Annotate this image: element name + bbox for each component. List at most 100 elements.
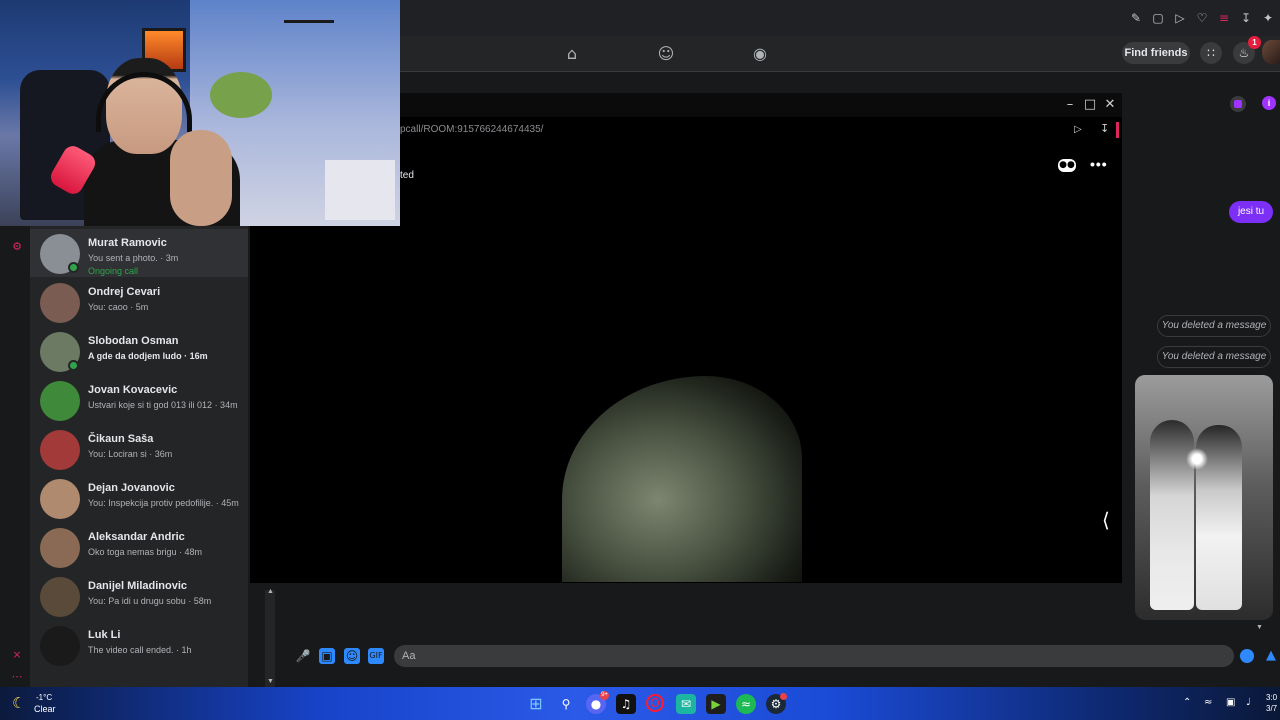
- message-input[interactable]: Aa: [394, 645, 1234, 667]
- steam-badge: [780, 693, 787, 700]
- moon-icon[interactable]: ☾: [12, 694, 25, 712]
- call-url: pcall/ROOM:915766244674435/: [400, 124, 544, 135]
- avatar: [40, 577, 80, 617]
- send-icon[interactable]: ▷: [1074, 124, 1082, 135]
- scroll-down-icon[interactable]: ▼: [267, 678, 274, 685]
- search-icon[interactable]: ⚲: [556, 694, 576, 714]
- groups-icon[interactable]: ◉: [750, 44, 770, 64]
- chat-list-scrollbar[interactable]: [265, 590, 275, 687]
- chat-preview: A gde da dodjem ludo · 16m: [88, 351, 208, 361]
- clock-time[interactable]: 3:0: [1266, 693, 1277, 702]
- chat-list-item[interactable]: Slobodan Osman A gde da dodjem ludo · 16m: [30, 327, 248, 375]
- chat-name: Čikaun Saša: [88, 433, 154, 445]
- minimize-icon[interactable]: –: [1062, 97, 1078, 113]
- chat-list-item[interactable]: Jovan Kovacevic Ustvari koje si ti god 01…: [30, 376, 248, 424]
- menu-grid-icon[interactable]: ∷: [1200, 42, 1222, 64]
- discord-badge: 9+: [600, 691, 609, 700]
- online-status-dot: [68, 262, 79, 273]
- download-icon[interactable]: ↧: [1100, 122, 1109, 135]
- chat-name: Luk Li: [88, 629, 121, 641]
- chat-list-item[interactable]: Čikaun Saša You: Lociran si · 36m: [30, 425, 248, 473]
- chevron-left-icon[interactable]: ⟨: [1102, 508, 1110, 532]
- network-icon[interactable]: ≈: [1204, 697, 1212, 708]
- download-icon[interactable]: ↧: [1238, 10, 1254, 26]
- webcam-table: [325, 160, 395, 220]
- close-icon[interactable]: ✕: [1102, 97, 1118, 113]
- chat-name: Slobodan Osman: [88, 335, 179, 347]
- webcam-person-arm: [170, 130, 232, 226]
- avatar: [40, 430, 80, 470]
- spotify-icon[interactable]: ≈: [736, 694, 756, 714]
- deleted-message: You deleted a message: [1157, 315, 1271, 337]
- opera-gx-icon[interactable]: O: [646, 694, 664, 712]
- sent-message-bubble[interactable]: jesi tu: [1229, 201, 1273, 223]
- microphone-icon[interactable]: 🎤: [295, 648, 311, 664]
- emoji-icon[interactable]: [1240, 649, 1254, 663]
- chat-preview: The video call ended. · 1h: [88, 645, 192, 655]
- image-icon[interactable]: ▣: [319, 648, 335, 664]
- chat-list: Murat Ramovic You sent a photo. · 3m Ongoi…: [30, 225, 248, 687]
- chat-name: Aleksandar Andric: [88, 531, 185, 543]
- gamepad-icon[interactable]: ●●: [1058, 159, 1076, 172]
- info-icon[interactable]: i: [1262, 96, 1276, 110]
- webcam-shelf: [284, 20, 334, 23]
- maximize-icon[interactable]: □: [1082, 97, 1098, 113]
- chat-name: Murat Ramovic: [88, 237, 167, 249]
- settings-icon[interactable]: ⚙: [10, 240, 24, 254]
- heart-icon[interactable]: ♡: [1194, 10, 1210, 26]
- gif-icon[interactable]: GIF: [368, 648, 384, 664]
- avatar: [40, 528, 80, 568]
- call-titlebar: [400, 93, 1122, 117]
- profile-avatar[interactable]: [1262, 40, 1280, 64]
- weather-description: Clear: [34, 704, 56, 714]
- start-icon[interactable]: ⊞: [526, 694, 546, 714]
- chat-name: Jovan Kovacevic: [88, 384, 178, 396]
- find-friends-button[interactable]: Find friends: [1122, 42, 1190, 64]
- chat-preview: Ustvari koje si ti god 013 ili 012 · 34m: [88, 400, 238, 410]
- tray-chevron-icon[interactable]: ⌃: [1183, 697, 1191, 708]
- more-icon[interactable]: ⋯: [10, 670, 24, 684]
- weather-temperature: -1°C: [36, 693, 53, 702]
- sticker-icon[interactable]: ☺: [344, 648, 360, 664]
- chat-call-status: Ongoing call: [88, 266, 139, 276]
- chat-preview: You sent a photo. · 3m: [88, 253, 179, 263]
- monitor-icon[interactable]: ▣: [1226, 697, 1235, 708]
- avatar: [40, 283, 80, 323]
- photo-flash: [1186, 448, 1208, 470]
- more-options-icon[interactable]: •••: [1090, 156, 1108, 172]
- chat-list-item[interactable]: Murat Ramovic You sent a photo. · 3m Ongoi…: [30, 229, 248, 277]
- chat-list-item[interactable]: Ondrej Cevari You: caoo · 5m: [30, 278, 248, 326]
- avatar: [40, 626, 80, 666]
- chat-name: Danijel Miladinovic: [88, 580, 188, 592]
- window-icon[interactable]: ▢: [1150, 10, 1166, 26]
- chat-app-icon[interactable]: ✉: [676, 694, 696, 714]
- clock-date[interactable]: 3/7: [1266, 704, 1277, 713]
- chat-list-item[interactable]: Luk Li The video call ended. · 1h: [30, 621, 248, 669]
- chat-list-item[interactable]: Aleksandar Andric Oko toga nemas brigu · …: [30, 523, 248, 571]
- avatar: [40, 381, 80, 421]
- chat-preview: You: Pa idi u drugu sobu · 58m: [88, 596, 212, 606]
- scroll-up-icon[interactable]: ▲: [267, 588, 274, 595]
- sidebar-rail: [0, 225, 30, 687]
- volume-icon[interactable]: ♩: [1246, 697, 1251, 708]
- tiktok-icon[interactable]: ♫: [616, 694, 636, 714]
- close-small-icon[interactable]: ×: [10, 648, 24, 662]
- chat-preview: Oko toga nemas brigu · 48m: [88, 547, 203, 557]
- play-icon[interactable]: ▷: [1172, 10, 1188, 26]
- scroll-down-icon[interactable]: ▼: [1256, 624, 1263, 631]
- chat-list-item[interactable]: Danijel Miladinovic You: Pa idi u drugu s…: [30, 572, 248, 620]
- photo-figure: [1150, 420, 1194, 610]
- video-call-icon[interactable]: [1230, 96, 1246, 112]
- chat-list-item[interactable]: Dejan Jovanovic You: Inspekcija protiv pe…: [30, 474, 248, 522]
- call-status-label: ted: [400, 170, 414, 181]
- browser-extension-icons: ✎ ▢ ▷ ♡ ≡ ↧ ✦: [1128, 10, 1280, 30]
- like-icon[interactable]: ▲: [1266, 648, 1276, 663]
- friends-icon[interactable]: ☺: [656, 44, 676, 64]
- chat-name: Dejan Jovanovic: [88, 482, 175, 494]
- chat-preview: You: caoo · 5m: [88, 302, 149, 312]
- record-icon[interactable]: ≡: [1216, 10, 1232, 26]
- ai-icon[interactable]: ✦: [1260, 10, 1276, 26]
- terminal-icon[interactable]: ▶: [706, 694, 726, 714]
- bookmark-icon[interactable]: ✎: [1128, 10, 1144, 26]
- home-icon[interactable]: ⌂: [562, 44, 582, 64]
